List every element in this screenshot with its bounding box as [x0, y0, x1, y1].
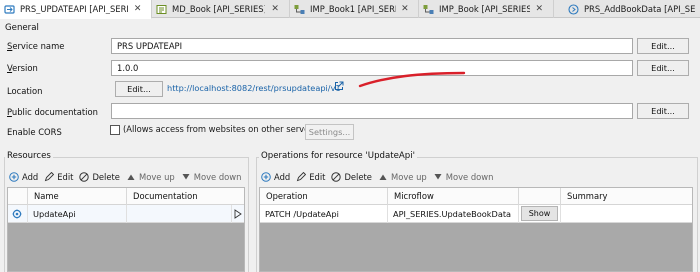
resources-delete-button[interactable]: Delete [79, 172, 120, 182]
tab-label: IMP_Book1 [API_SERIES] [310, 4, 396, 14]
red-pen-annotation [358, 71, 466, 88]
add-icon [9, 172, 19, 182]
add-icon [261, 172, 271, 182]
tab-label: PRS_UPDATEAPI [API_SERIES] [20, 4, 129, 14]
import-mapping-icon [423, 4, 434, 15]
table-row[interactable]: UpdateApi [8, 205, 244, 223]
enable-cors-checkbox[interactable] [110, 125, 120, 135]
resources-grid-header: Name Documentation [8, 188, 244, 205]
operation-cell: PATCH /UpdateApi [260, 205, 388, 223]
operations-delete-button[interactable]: Delete [331, 172, 372, 182]
tab-md-book[interactable]: MD_Book [API_SERIES] ✕ [152, 0, 290, 18]
move-down-icon [433, 172, 443, 182]
row-icon-column-header [8, 188, 28, 205]
delete-icon [331, 172, 342, 182]
cors-settings-button[interactable]: Settings... [305, 124, 354, 140]
pencil-icon [296, 172, 307, 182]
tab-label: IMP_Book [API_SERIES] [439, 4, 530, 14]
close-icon[interactable]: ✕ [269, 4, 281, 14]
summary-cell [561, 205, 692, 223]
external-link-icon[interactable] [334, 81, 344, 91]
version-label: Version [7, 63, 38, 73]
general-section-title: General [5, 23, 39, 33]
edit-public-documentation-button[interactable]: Edit... [637, 103, 689, 119]
show-microflow-button[interactable]: Show [521, 206, 558, 221]
action-cell: Show [519, 205, 561, 223]
operations-move-up-button[interactable]: Move up [378, 172, 427, 182]
resources-move-up-button[interactable]: Move up [126, 172, 175, 182]
tab-prs-updateapi[interactable]: PRS_UPDATEAPI [API_SERIES] ✕ [0, 0, 152, 19]
rest-service-icon [4, 4, 15, 15]
public-documentation-label: Public documentation [7, 107, 98, 117]
column-header-microflow[interactable]: Microflow [388, 188, 519, 205]
column-header-action [519, 188, 561, 205]
service-name-label: Service name [7, 41, 65, 51]
operations-grid-header: Operation Microflow Summary [260, 188, 692, 205]
edit-service-name-button[interactable]: Edit... [637, 38, 689, 54]
column-header-name[interactable]: Name [28, 188, 127, 205]
enable-cors-label: Enable CORS [7, 127, 62, 137]
column-header-operation[interactable]: Operation [260, 188, 388, 205]
edit-version-button[interactable]: Edit... [637, 60, 689, 76]
location-url-link[interactable]: http://localhost:8082/rest/prsupdateapi/… [167, 83, 341, 93]
pencil-icon [44, 172, 55, 182]
import-mapping-icon [294, 4, 305, 15]
service-name-field[interactable]: PRS UPDATEAPI [111, 38, 633, 54]
operations-move-down-button[interactable]: Move down [433, 172, 493, 182]
cors-checkbox-text: (Allows access from websites on other se… [123, 124, 321, 134]
delete-icon [79, 172, 90, 182]
resources-grid: Name Documentation UpdateApi [7, 187, 245, 272]
edit-location-button[interactable]: Edit... [115, 81, 163, 97]
operations-edit-button[interactable]: Edit [296, 172, 325, 182]
location-label: Location [7, 86, 43, 96]
move-up-icon [378, 172, 388, 182]
tab-prs-addbookdata[interactable]: PRS_AddBookData [API_SE [554, 0, 700, 18]
editor-tab-bar: PRS_UPDATEAPI [API_SERIES] ✕ MD_Book [AP… [0, 0, 700, 19]
resources-move-down-button[interactable]: Move down [181, 172, 241, 182]
tab-label: PRS_AddBookData [API_SE [584, 4, 696, 14]
tab-label: MD_Book [API_SERIES] [172, 4, 266, 14]
rest-service-icon [568, 3, 579, 15]
close-icon[interactable]: ✕ [534, 4, 545, 14]
resources-title: Resources [5, 151, 53, 161]
table-row[interactable]: PATCH /UpdateApi API_SERIES.UpdateBookDa… [260, 205, 692, 223]
operations-toolbar: Add Edit Delete Move up Move down [261, 170, 499, 184]
column-header-summary[interactable]: Summary [561, 188, 692, 205]
resource-icon [8, 205, 28, 223]
tab-imp-book1[interactable]: IMP_Book1 [API_SERIES] ✕ [290, 0, 419, 18]
move-up-icon [126, 172, 136, 182]
resources-edit-button[interactable]: Edit [44, 172, 73, 182]
public-documentation-field[interactable] [111, 103, 633, 119]
operations-title: Operations for resource 'UpdateApi' [259, 151, 417, 161]
close-icon[interactable]: ✕ [400, 4, 410, 14]
tab-imp-book[interactable]: IMP_Book [API_SERIES] ✕ [419, 0, 554, 18]
resource-documentation-cell [127, 205, 232, 223]
resource-name-cell: UpdateApi [28, 205, 127, 223]
move-down-icon [181, 172, 191, 182]
operations-add-button[interactable]: Add [261, 172, 290, 182]
operations-grid: Operation Microflow Summary PATCH /Updat… [259, 187, 693, 272]
message-definition-icon [156, 4, 167, 15]
resources-toolbar: Add Edit Delete Move up Move down [9, 170, 247, 184]
resources-add-button[interactable]: Add [9, 172, 38, 182]
microflow-cell: API_SERIES.UpdateBookData [388, 205, 519, 223]
column-header-documentation[interactable]: Documentation [127, 188, 244, 205]
close-icon[interactable]: ✕ [132, 4, 143, 14]
play-icon[interactable] [232, 205, 244, 223]
